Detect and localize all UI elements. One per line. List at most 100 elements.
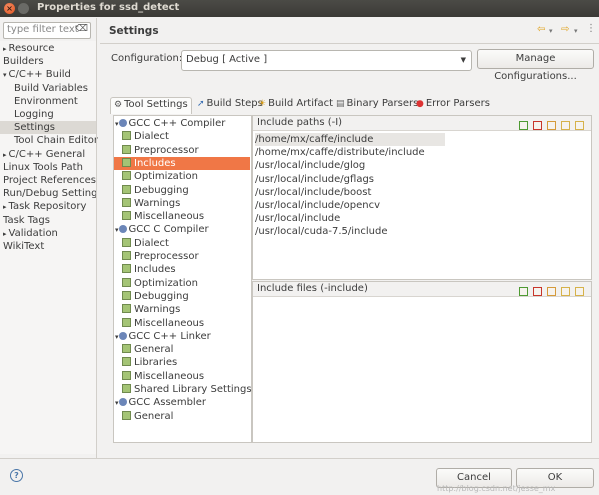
nav-item[interactable]: Logging (14, 108, 54, 121)
tool-node[interactable]: ▾ GCC Assembler (115, 396, 206, 410)
nav-item[interactable]: Tool Chain Editor (14, 134, 98, 147)
delete-icon[interactable] (533, 287, 542, 296)
edit-icon[interactable] (547, 121, 556, 130)
nav-item[interactable]: Project References (3, 174, 96, 187)
tab-label: Build Artifact (268, 98, 334, 109)
forward-menu-icon[interactable]: ▾ (574, 27, 578, 35)
tool-option[interactable]: Includes (122, 263, 176, 276)
configuration-select[interactable]: Debug [ Active ] ▼ (181, 50, 472, 71)
nav-item[interactable]: WikiText (3, 240, 44, 253)
include-path-row[interactable]: /usr/local/include/boost (255, 186, 371, 199)
tool-option[interactable]: Dialect (122, 237, 169, 250)
include-path-row[interactable]: /home/mx/caffe/distribute/include (255, 146, 425, 159)
close-icon[interactable]: × (4, 3, 15, 14)
nav-item[interactable]: ▸ Validation (3, 227, 58, 241)
nav-item[interactable]: Settings (0, 121, 96, 135)
nav-item[interactable]: Builders (3, 55, 44, 68)
help-icon[interactable]: ? (10, 469, 23, 482)
collapsed-arrow-icon[interactable]: ▸ (3, 203, 7, 211)
tool-settings-tree: ▾ GCC C++ Compiler Dialect Preprocessor Incl… (113, 115, 252, 443)
nav-item[interactable]: Build Variables (14, 82, 88, 95)
tool-option[interactable]: General (122, 343, 173, 356)
collapsed-arrow-icon[interactable]: ▸ (3, 151, 7, 159)
tool-label: GCC C++ Linker (128, 330, 211, 342)
title-bar: × Properties for ssd_detect (0, 0, 599, 17)
add-icon[interactable] (519, 121, 528, 130)
include-path-row[interactable]: /usr/local/include/glog (255, 159, 365, 172)
tool-option[interactable]: General (122, 410, 173, 423)
clear-filter-icon[interactable]: ⌫ (75, 24, 88, 34)
nav-item-label: Build Variables (14, 82, 88, 94)
view-menu-icon[interactable]: ⋮ (586, 23, 596, 34)
option-category-icon (122, 131, 131, 141)
option-category-icon (122, 197, 131, 207)
nav-item-label: Resource (8, 43, 55, 54)
collapsed-arrow-icon[interactable]: ▸ (3, 45, 7, 53)
expanded-arrow-icon[interactable]: ▾ (115, 120, 119, 128)
expanded-arrow-icon[interactable]: ▾ (115, 226, 119, 234)
pane-divider[interactable] (96, 18, 97, 458)
include-path-row[interactable]: /usr/local/include (255, 212, 340, 225)
tool-option[interactable]: Miscellaneous (122, 370, 204, 383)
nav-item[interactable]: Task Tags (3, 214, 50, 227)
nav-item[interactable]: ▸ Resource (3, 42, 54, 56)
tool-option[interactable]: Dialect (122, 130, 169, 143)
nav-item[interactable]: ▾ C/C++ Build (3, 68, 71, 82)
tool-option[interactable]: Miscellaneous (122, 317, 204, 330)
tool-option[interactable]: Debugging (122, 184, 189, 197)
nav-item-label: Validation (8, 227, 58, 239)
include-path-row[interactable]: /home/mx/caffe/include (255, 133, 445, 146)
include-path-row[interactable]: /usr/local/include/opencv (255, 199, 380, 212)
tool-node[interactable]: ▾ GCC C Compiler (115, 223, 209, 237)
tab-error-parsers[interactable]: ● Error Parsers (413, 97, 493, 113)
tab-tool-settings[interactable]: ⚙ Tool Settings (110, 97, 192, 114)
tool-option[interactable]: Shared Library Settings (122, 383, 252, 396)
edit-icon[interactable] (547, 287, 556, 296)
tool-option[interactable]: Libraries (122, 356, 177, 369)
option-category-icon (122, 144, 131, 154)
nav-item[interactable]: Run/Debug Setting (3, 187, 97, 200)
move-down-icon[interactable] (575, 121, 584, 130)
nav-item[interactable]: ▸ C/C++ General (3, 148, 85, 162)
tool-option[interactable]: Warnings (122, 197, 180, 210)
option-category-icon (122, 171, 131, 181)
tool-gear-icon (118, 398, 127, 407)
tool-option[interactable]: Optimization (122, 170, 198, 183)
nav-item[interactable]: Linux Tools Path (3, 161, 83, 174)
back-menu-icon[interactable]: ▾ (549, 27, 553, 35)
tool-label: Includes (134, 264, 176, 276)
option-category-icon (122, 211, 131, 221)
tool-option[interactable]: Debugging (122, 290, 189, 303)
tool-option[interactable]: Warnings (122, 303, 180, 316)
tool-option[interactable]: Miscellaneous (122, 210, 204, 223)
filter-input[interactable]: type filter text ⌫ (3, 22, 91, 39)
nav-item[interactable]: Environment (14, 95, 78, 108)
manage-configurations-button[interactable]: Manage Configurations... (477, 49, 594, 82)
include-path-row[interactable]: /usr/local/include/gflags (255, 173, 374, 186)
expanded-arrow-icon[interactable]: ▾ (3, 71, 7, 79)
expanded-arrow-icon[interactable]: ▾ (115, 333, 119, 341)
collapsed-arrow-icon[interactable]: ▸ (3, 230, 7, 238)
option-category-icon (122, 251, 131, 260)
property-page-tree: ▸ Resource Builders ▾ C/C++ Build Build Varia… (0, 41, 98, 454)
minimize-icon[interactable] (18, 3, 29, 14)
tool-node[interactable]: ▾ GCC C++ Compiler (115, 117, 225, 131)
nav-item-label: Run/Debug Setting (3, 188, 98, 200)
expanded-arrow-icon[interactable]: ▾ (115, 399, 119, 407)
tab-binary-parsers[interactable]: ▤ Binary Parsers (333, 97, 421, 113)
tab-build-artifact[interactable]: ☀ Build Artifact (255, 97, 336, 113)
move-up-icon[interactable] (561, 121, 570, 130)
add-icon[interactable] (519, 287, 528, 296)
tool-option[interactable]: Preprocessor (122, 144, 199, 157)
nav-item[interactable]: ▸ Task Repository (3, 200, 86, 214)
tool-option[interactable]: Optimization (122, 277, 198, 290)
tool-option[interactable]: Includes (114, 156, 250, 170)
back-arrow-icon[interactable]: ⇦ (537, 24, 545, 35)
tool-option[interactable]: Preprocessor (122, 250, 199, 263)
move-up-icon[interactable] (561, 287, 570, 296)
tool-node[interactable]: ▾ GCC C++ Linker (115, 330, 211, 344)
include-path-row[interactable]: /usr/local/cuda-7.5/include (255, 225, 388, 238)
move-down-icon[interactable] (575, 287, 584, 296)
forward-arrow-icon[interactable]: ⇨ (561, 24, 569, 35)
delete-icon[interactable] (533, 121, 542, 130)
